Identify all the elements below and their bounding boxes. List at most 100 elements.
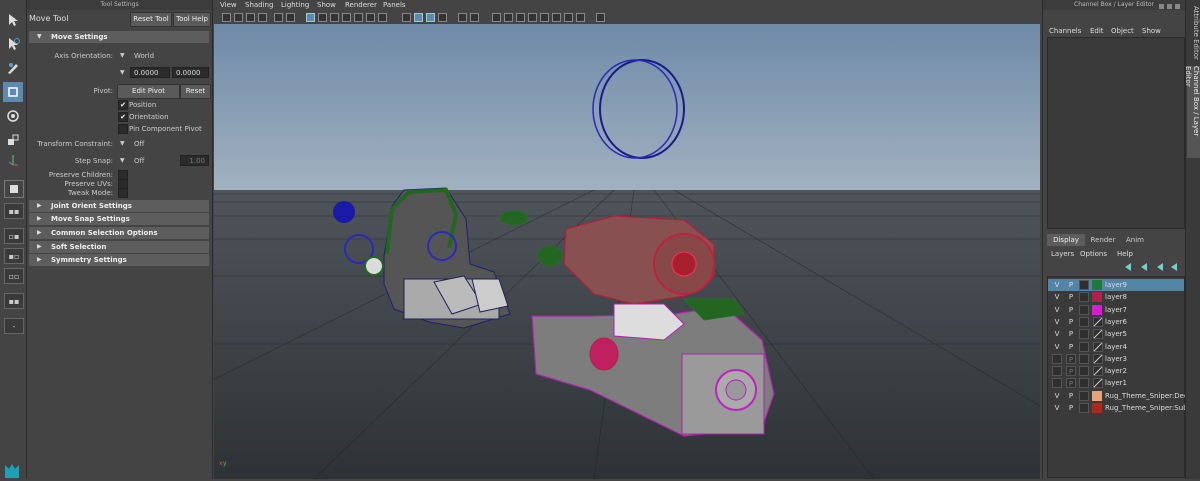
menu-layers[interactable]: Layers [1051,250,1074,258]
channel-list[interactable] [1047,37,1185,229]
menu-shading[interactable]: Shading [245,1,273,9]
smooth-shade-icon[interactable] [414,13,423,22]
layer-row[interactable]: V Player4 [1048,341,1184,353]
step-snap-select[interactable]: Off [134,157,144,165]
layer-playback-toggle[interactable]: P [1066,391,1076,401]
layer-type-toggle[interactable] [1079,292,1089,303]
bookmark-icon[interactable] [246,13,255,22]
wireframe-on-shaded-icon[interactable] [426,13,435,22]
panel-menu-icons[interactable] [1159,3,1183,10]
layer-visibility-toggle[interactable] [1052,378,1062,389]
layer-no-color-icon[interactable] [1093,329,1103,340]
layer-playback-toggle[interactable]: P [1066,403,1076,413]
gate-mask-icon[interactable] [342,13,351,22]
layer-row[interactable]: V Player9 [1048,279,1184,291]
persp-outliner-layout-icon[interactable]: ▫▫ [4,268,24,284]
layer-type-toggle[interactable] [1079,403,1089,413]
layer-color-swatch[interactable] [1092,390,1102,401]
scene-3d-view[interactable]: x y [214,24,1040,479]
layer-type-toggle[interactable] [1079,329,1089,340]
safe-title-icon[interactable] [378,13,387,22]
shadows-icon[interactable] [470,13,479,22]
layer-color-swatch[interactable] [1092,292,1102,303]
layer-type-toggle[interactable] [1079,353,1089,364]
layer-visibility-toggle[interactable]: V [1052,329,1062,339]
menu-channels[interactable]: Channels [1049,27,1081,35]
layer-visibility-toggle[interactable] [1052,366,1062,377]
orientation-checkbox[interactable]: ✔ [118,112,128,122]
menu-panels[interactable]: Panels [383,1,406,9]
screen-space-ao-icon[interactable] [492,13,501,22]
xray-joints-icon[interactable] [576,13,585,22]
layer-type-toggle[interactable] [1079,366,1089,377]
layer-visibility-toggle[interactable]: V [1052,317,1062,327]
xray-active-components-icon[interactable] [564,13,573,22]
layer-row[interactable]: V Player7 [1048,304,1184,316]
layer-color-swatch[interactable] [1092,304,1102,315]
lasso-tool-icon[interactable] [3,34,23,54]
layer-no-color-icon[interactable] [1093,316,1103,327]
pin-component-pivot-checkbox[interactable] [118,124,128,134]
move-layer-down-icon[interactable] [1141,263,1147,271]
layer-type-toggle[interactable] [1079,316,1089,327]
layer-row[interactable]: V P Rug_Theme_Sniper:Subs [1048,402,1191,414]
layer-row[interactable]: V P Rug_Theme_Sniper:Deca [1048,390,1192,402]
layer-type-toggle[interactable] [1079,304,1089,315]
image-plane-icon[interactable] [258,13,267,22]
transform-constraint-select[interactable]: Off [134,140,144,148]
wireframe-icon[interactable] [402,13,411,22]
tab-display[interactable]: Display [1047,234,1085,246]
motion-blur-icon[interactable] [504,13,513,22]
single-view-layout-icon[interactable] [4,180,24,198]
layer-playback-toggle[interactable]: P [1066,378,1076,389]
tweak-mode-checkbox[interactable] [118,188,128,198]
layer-visibility-toggle[interactable]: V [1052,342,1062,352]
step-snap-amount-field[interactable]: 1.00 [180,155,209,166]
create-layer-from-selected-icon[interactable] [1171,263,1177,271]
move-snap-settings-header[interactable]: ▶ Move Snap Settings [29,213,209,225]
grease-pencil-icon[interactable] [286,13,295,22]
create-empty-layer-icon[interactable] [1157,263,1163,271]
axis-orientation-select[interactable]: World [134,52,154,60]
menu-view[interactable]: View [220,1,237,9]
select-tool-icon[interactable] [3,10,23,30]
menu-edit[interactable]: Edit [1090,27,1104,35]
gamma-icon[interactable] [596,13,605,22]
layer-playback-toggle[interactable]: P [1066,280,1076,290]
move-tool-icon[interactable] [3,82,23,102]
menu-show[interactable]: Show [317,1,336,9]
resolution-gate-icon[interactable] [330,13,339,22]
layer-playback-toggle[interactable]: P [1066,317,1076,327]
layer-visibility-toggle[interactable]: V [1052,391,1062,401]
layer-color-swatch[interactable] [1092,280,1102,290]
two-view-layout-icon[interactable]: ▫▪ [4,228,24,244]
layer-playback-toggle[interactable]: P [1066,366,1076,377]
layer-playback-toggle[interactable]: P [1066,292,1076,302]
side-by-side-layout-icon[interactable]: ▪▫ [4,248,24,264]
menu-lighting[interactable]: Lighting [281,1,309,9]
more-layouts-icon[interactable]: - [4,318,24,334]
edit-pivot-button[interactable]: Edit Pivot [117,84,180,99]
layer-no-color-icon[interactable] [1093,341,1103,352]
layer-visibility-toggle[interactable] [1052,353,1062,364]
camera-icon[interactable] [222,13,231,22]
layer-playback-toggle[interactable]: P [1066,305,1076,315]
safe-action-icon[interactable] [366,13,375,22]
layer-visibility-toggle[interactable]: V [1052,280,1062,290]
layer-visibility-toggle[interactable]: V [1052,403,1062,413]
menu-help[interactable]: Help [1117,250,1133,258]
layer-type-toggle[interactable] [1079,341,1089,352]
layer-no-color-icon[interactable] [1093,366,1103,377]
layer-row[interactable]: Player2 [1048,365,1184,377]
layer-playback-toggle[interactable]: P [1066,353,1076,364]
green-bolt[interactable] [499,210,529,226]
camera-attributes-icon[interactable] [234,13,243,22]
tab-anim[interactable]: Anim [1121,234,1149,246]
common-selection-options-header[interactable]: ▶ Common Selection Options [29,227,209,239]
position-checkbox[interactable]: ✔ [118,100,128,110]
rotate-tool-icon[interactable] [3,106,23,126]
grid-icon[interactable] [306,13,315,22]
symmetry-settings-header[interactable]: ▶ Symmetry Settings [29,254,209,266]
field-chart-icon[interactable] [354,13,363,22]
layer-row[interactable]: V Player6 [1048,316,1184,328]
